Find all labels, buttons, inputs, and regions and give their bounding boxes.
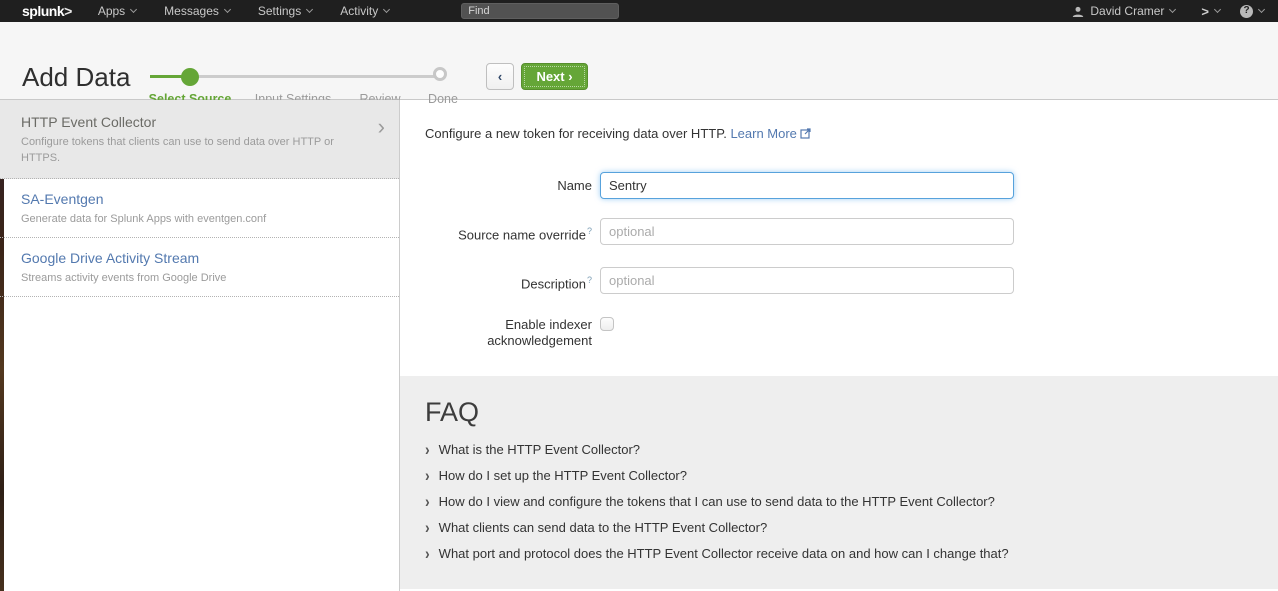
- chevron-down-icon: [306, 6, 313, 13]
- faq-item-what-clients[interactable]: › What clients can send data to the HTTP …: [425, 519, 1253, 545]
- faq-item-port-protocol[interactable]: › What port and protocol does the HTTP Ev…: [425, 545, 1253, 571]
- form-row-indexer-ack: Enable indexer acknowledgement: [425, 317, 1278, 349]
- user-name: David Cramer: [1090, 4, 1164, 18]
- main-panel: Configure a new token for receiving data…: [400, 100, 1278, 591]
- indexer-ack-label: Enable indexer acknowledgement: [425, 317, 592, 349]
- stepper-end-circle: [433, 67, 447, 81]
- faq-question: What is the HTTP Event Collector?: [439, 442, 640, 457]
- form-row-description: Description?: [425, 267, 1278, 297]
- external-link-icon: [800, 127, 811, 142]
- indexer-ack-checkbox[interactable]: [600, 317, 614, 331]
- description-label: Description?: [425, 267, 592, 297]
- faq-title: FAQ: [425, 397, 1253, 428]
- stepper-current-dot: [181, 68, 199, 86]
- form-intro: Configure a new token for receiving data…: [425, 126, 1278, 142]
- chevron-down-icon: [130, 6, 137, 13]
- back-button[interactable]: ‹: [486, 63, 514, 90]
- label-line: Enable indexer: [425, 317, 592, 333]
- help-question-icon[interactable]: ?: [587, 275, 592, 285]
- wizard-stepper: Select Source Input Settings Review Done: [0, 22, 470, 100]
- source-title: HTTP Event Collector: [21, 114, 355, 130]
- help-menu[interactable]: ?: [1240, 5, 1264, 18]
- nav-menu-label: Settings: [258, 4, 301, 18]
- find-search-input[interactable]: [461, 3, 619, 19]
- chevron-down-icon: [224, 6, 231, 13]
- help-icon: ?: [1240, 5, 1253, 18]
- learn-more-label: Learn More: [730, 126, 796, 141]
- next-button[interactable]: Next ›: [521, 63, 588, 90]
- label-text: Description: [521, 277, 586, 292]
- name-input[interactable]: [600, 172, 1014, 199]
- token-form: Configure a new token for receiving data…: [400, 100, 1278, 349]
- activator-icon: >: [1201, 4, 1209, 19]
- label-line: acknowledgement: [425, 333, 592, 349]
- chevron-down-icon: [1258, 6, 1265, 13]
- nav-menu-label: Messages: [164, 4, 219, 18]
- source-title: SA-Eventgen: [21, 191, 355, 207]
- nav-menu-activity[interactable]: Activity: [340, 4, 389, 18]
- nav-menu-label: Apps: [98, 4, 125, 18]
- faq-item-set-up[interactable]: › How do I set up the HTTP Event Collecto…: [425, 467, 1253, 493]
- user-menu[interactable]: David Cramer: [1090, 4, 1175, 18]
- chevron-down-icon: [1169, 6, 1176, 13]
- name-label: Name: [425, 172, 592, 199]
- nav-menu-messages[interactable]: Messages: [164, 4, 230, 18]
- source-override-label: Source name override?: [425, 218, 592, 248]
- source-description: Streams activity events from Google Driv…: [21, 270, 355, 286]
- chevron-right-icon: ›: [425, 517, 430, 536]
- top-nav-bar: splunk> Apps Messages Settings Activity …: [0, 0, 1278, 22]
- chevron-right-icon: ›: [425, 465, 430, 484]
- faq-question: How do I view and configure the tokens t…: [439, 494, 995, 509]
- help-question-icon[interactable]: ?: [587, 226, 592, 236]
- chevron-right-icon: ›: [425, 491, 430, 510]
- wizard-header: Add Data Select Source Input Settings Re…: [0, 22, 1278, 100]
- faq-section: FAQ › What is the HTTP Event Collector? ›…: [400, 376, 1278, 589]
- faq-question: What port and protocol does the HTTP Eve…: [439, 546, 1009, 561]
- step-done: Done: [428, 92, 458, 106]
- chevron-right-icon: ›: [425, 439, 430, 458]
- faq-item-view-configure-tokens[interactable]: › How do I view and configure the tokens …: [425, 493, 1253, 519]
- logo-chevron-icon: >: [64, 3, 72, 19]
- sidebar-item-google-drive-activity-stream[interactable]: Google Drive Activity Stream Streams act…: [0, 238, 399, 297]
- nav-menu-settings[interactable]: Settings: [258, 4, 312, 18]
- intro-text: Configure a new token for receiving data…: [425, 126, 727, 141]
- chevron-down-icon: [383, 6, 390, 13]
- faq-question: How do I set up the HTTP Event Collector…: [439, 468, 687, 483]
- source-sidebar: HTTP Event Collector Configure tokens th…: [0, 100, 400, 591]
- form-row-source-override: Source name override?: [425, 218, 1278, 248]
- user-avatar-icon: [1072, 5, 1084, 17]
- chevron-right-icon: ›: [425, 543, 430, 562]
- label-text: Source name override: [458, 227, 586, 242]
- learn-more-link[interactable]: Learn More: [730, 126, 810, 141]
- faq-item-what-is[interactable]: › What is the HTTP Event Collector?: [425, 441, 1253, 467]
- source-description: Generate data for Splunk Apps with event…: [21, 211, 355, 227]
- stepper-track-line: [190, 75, 443, 78]
- source-title: Google Drive Activity Stream: [21, 250, 355, 266]
- source-override-input[interactable]: [600, 218, 1014, 245]
- description-input[interactable]: [600, 267, 1014, 294]
- splunk-logo[interactable]: splunk>: [22, 3, 72, 19]
- activator-menu[interactable]: >: [1201, 4, 1220, 19]
- nav-menu-label: Activity: [340, 4, 378, 18]
- chevron-down-icon: [1214, 6, 1221, 13]
- sidebar-item-sa-eventgen[interactable]: SA-Eventgen Generate data for Splunk App…: [0, 179, 399, 238]
- logo-text: splunk: [22, 3, 64, 19]
- nav-menu-apps[interactable]: Apps: [98, 4, 136, 18]
- form-row-name: Name: [425, 172, 1278, 199]
- sidebar-item-http-event-collector[interactable]: HTTP Event Collector Configure tokens th…: [0, 100, 399, 179]
- faq-question: What clients can send data to the HTTP E…: [439, 520, 768, 535]
- chevron-right-icon: ›: [378, 116, 385, 138]
- source-description: Configure tokens that clients can use to…: [21, 134, 355, 166]
